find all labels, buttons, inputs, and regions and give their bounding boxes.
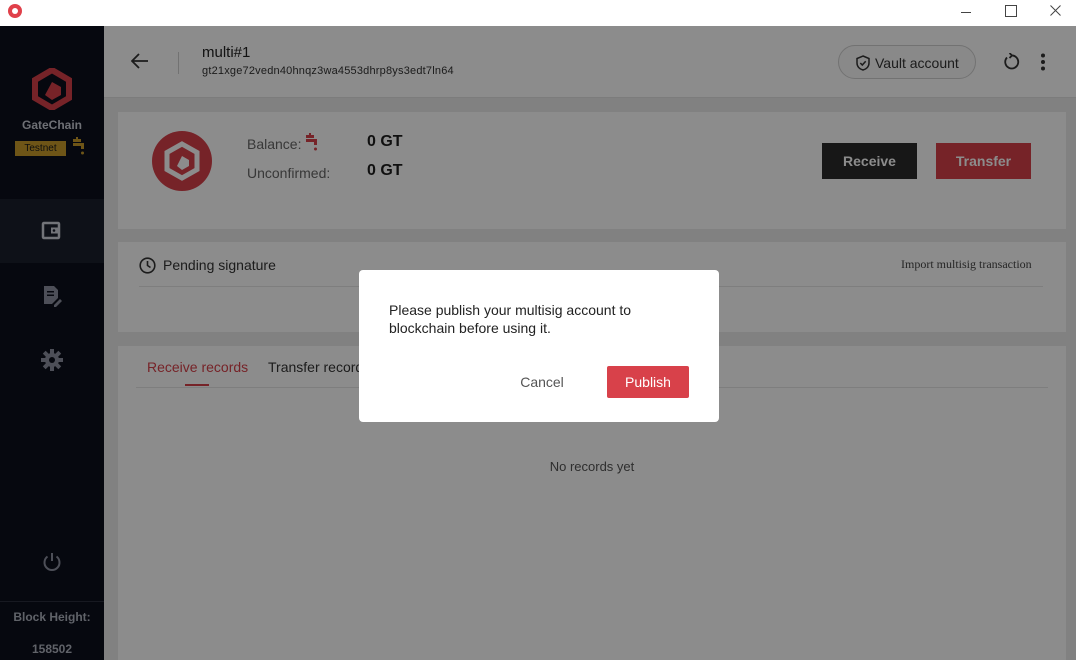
cancel-button[interactable]: Cancel <box>503 366 581 398</box>
app-icon <box>8 4 22 18</box>
publish-dialog: Please publish your multisig account to … <box>359 270 719 422</box>
maximize-button[interactable] <box>987 0 1033 26</box>
publish-button[interactable]: Publish <box>607 366 689 398</box>
close-icon <box>1050 5 1061 16</box>
dialog-message: Please publish your multisig account to … <box>389 302 632 336</box>
minimize-button[interactable] <box>942 0 988 26</box>
close-window-button[interactable] <box>1032 0 1076 26</box>
title-bar <box>0 0 1076 26</box>
